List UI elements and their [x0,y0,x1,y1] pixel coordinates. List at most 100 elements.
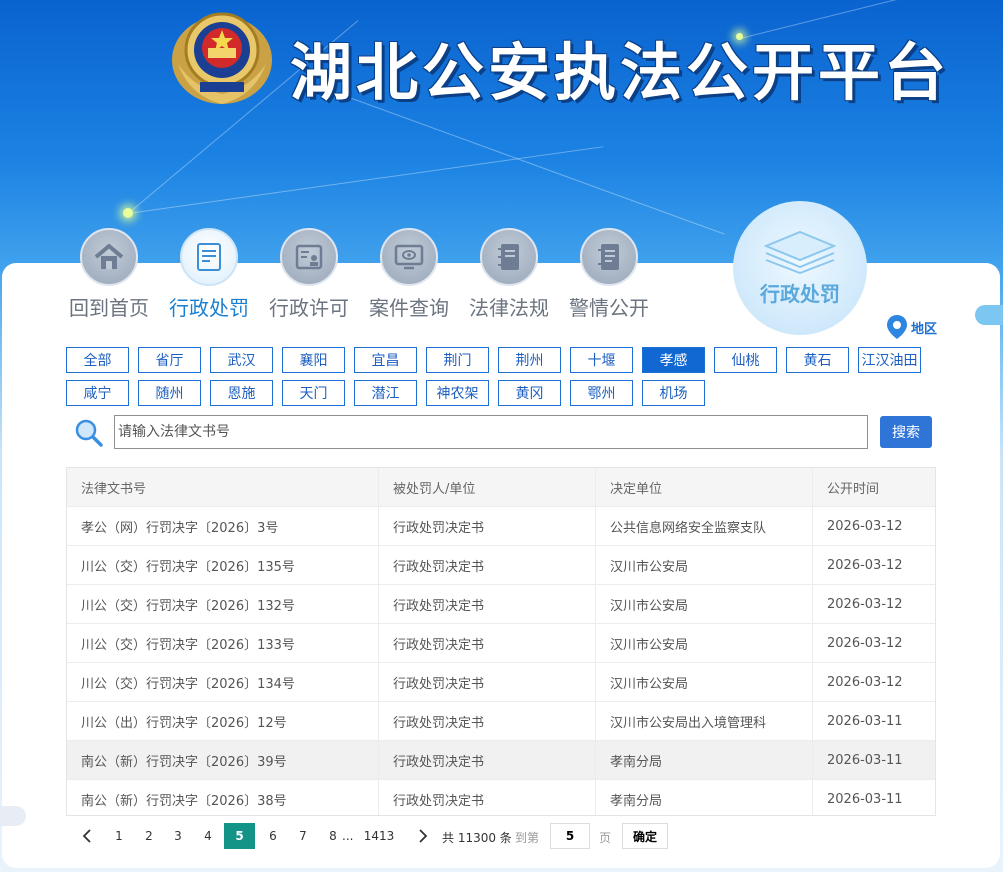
table-cell: 汉川市公安局 [596,624,813,662]
total-count: 共 11300 条 [442,831,512,845]
goto-label: 到第 [515,831,540,845]
document-icon [180,228,238,286]
table-cell: 行政处罚决定书 [379,546,596,584]
nav-penalty[interactable]: 行政处罚 [159,228,259,321]
table-cell: 孝南分局 [596,741,813,779]
region-chip[interactable]: 宜昌 [354,347,417,373]
region-chip[interactable]: 襄阳 [282,347,345,373]
table-cell[interactable]: 南公（新）行罚决字〔2026〕38号 [67,780,379,818]
table-cell: 2026-03-11 [827,752,903,768]
glow-dot [123,208,133,218]
table-cell[interactable]: 川公（交）行罚决字〔2026〕133号 [67,624,379,662]
table-cell[interactable]: 川公（交）行罚决字〔2026〕134号 [67,663,379,701]
police-emblem-icon [172,12,272,104]
notebook-icon [580,228,638,286]
table-row[interactable]: 南公（新）行罚决字〔2026〕39号 行政处罚决定书 孝南分局 2026-03-11 [67,741,935,780]
table-row[interactable]: 川公（出）行罚决字〔2026〕12号 行政处罚决定书 汉川市公安局出入境管理科 202… [67,702,935,741]
region-chip[interactable]: 潜江 [354,380,417,406]
table-cell: 公共信息网络安全监察支队 [596,507,813,545]
table-row[interactable]: 川公（交）行罚决字〔2026〕135号 行政处罚决定书 汉川市公安局 2026-03-… [67,546,935,585]
table-cell: 汉川市公安局 [596,546,813,584]
table-row[interactable]: 孝公（网）行罚决字〔2026〕3号 行政处罚决定书 公共信息网络安全监察支队 2026… [67,507,935,546]
next-page-icon[interactable] [410,823,436,849]
monitor-icon [380,228,438,286]
page-button[interactable]: 5 [224,823,255,849]
page-button[interactable]: 4 [195,823,221,849]
side-tab-left[interactable] [0,806,26,826]
goto-page-input[interactable] [550,823,590,849]
search-input[interactable] [114,415,868,449]
search-icon [75,419,103,447]
table-cell: 行政处罚决定书 [379,702,596,740]
region-chip[interactable]: 全部 [66,347,129,373]
table-cell[interactable]: 川公（出）行罚决字〔2026〕12号 [67,702,379,740]
region-chip[interactable]: 黄冈 [498,380,561,406]
region-chip[interactable]: 荆门 [426,347,489,373]
column-header: 被处罚人/单位 [379,468,596,506]
book-icon [480,228,538,286]
column-header: 决定单位 [596,468,813,506]
table-header-row: 法律文书号 被处罚人/单位 决定单位 公开时间 [67,468,935,507]
pagination-ellipsis: ... [342,829,354,843]
page-button[interactable]: 6 [260,823,286,849]
region-chip[interactable]: 鄂州 [570,380,633,406]
table-row[interactable]: 川公（交）行罚决字〔2026〕133号 行政处罚决定书 汉川市公安局 2026-03-… [67,624,935,663]
region-chip[interactable]: 随州 [138,380,201,406]
table-cell[interactable]: 川公（交）行罚决字〔2026〕132号 [67,585,379,623]
side-tab-right[interactable] [975,305,1003,325]
nav-case-query[interactable]: 案件查询 [359,228,459,321]
prev-page-icon[interactable] [74,823,100,849]
region-chip[interactable]: 孝感 [642,347,705,373]
table-cell[interactable]: 川公（交）行罚决字〔2026〕135号 [67,546,379,584]
region-chip[interactable]: 神农架 [426,380,489,406]
region-chip[interactable]: 仙桃 [714,347,777,373]
nav-license[interactable]: 行政许可 [259,228,359,321]
region-chip[interactable]: 咸宁 [66,380,129,406]
region-chip[interactable]: 恩施 [210,380,273,406]
nav-laws[interactable]: 法律法规 [459,228,559,321]
table-cell: 孝南分局 [596,780,813,818]
table-cell: 行政处罚决定书 [379,663,596,701]
page-button[interactable]: 2 [136,823,162,849]
page-button-last[interactable]: 1413 [364,823,395,849]
region-chip[interactable]: 天门 [282,380,345,406]
table-row[interactable]: 南公（新）行罚决字〔2026〕38号 行政处罚决定书 孝南分局 2026-03-11 [67,780,935,819]
table-cell: 2026-03-12 [827,635,903,651]
nav-home[interactable]: 回到首页 [59,228,159,321]
table-cell: 2026-03-12 [827,596,903,612]
table-cell[interactable]: 南公（新）行罚决字〔2026〕39号 [67,741,379,779]
nav-alerts[interactable]: 警情公开 [559,228,659,321]
search-button[interactable]: 搜索 [880,416,932,448]
table-row[interactable]: 川公（交）行罚决字〔2026〕134号 行政处罚决定书 汉川市公安局 2026-03-… [67,663,935,702]
results-table: 法律文书号 被处罚人/单位 决定单位 公开时间 孝公（网）行罚决字〔2026〕3… [66,467,936,857]
home-icon [80,228,138,286]
table-cell: 2026-03-11 [827,791,903,807]
region-chip[interactable]: 十堰 [570,347,633,373]
table-cell: 行政处罚决定书 [379,780,596,818]
region-chip[interactable]: 荆州 [498,347,561,373]
current-section-label: 行政处罚 [760,281,840,306]
table-cell: 行政处罚决定书 [379,585,596,623]
nav-label: 警情公开 [569,296,649,320]
table-cell[interactable]: 孝公（网）行罚决字〔2026〕3号 [67,507,379,545]
region-chip[interactable]: 江汉油田 [858,347,921,373]
nav-label: 行政许可 [269,296,349,320]
location-pin-icon [887,315,907,339]
license-icon [280,228,338,286]
region-chip[interactable]: 武汉 [210,347,273,373]
page-unit-label: 页 [599,831,612,845]
page-button[interactable]: 3 [165,823,191,849]
region-link[interactable]: 地区 [886,314,937,340]
table-cell: 行政处罚决定书 [379,624,596,662]
table-row[interactable]: 川公（交）行罚决字〔2026〕132号 行政处罚决定书 汉川市公安局 2026-03-… [67,585,935,624]
table-cell: 行政处罚决定书 [379,741,596,779]
current-section-badge: 行政处罚 [733,201,867,335]
region-chip[interactable]: 黄石 [786,347,849,373]
layers-icon [764,230,836,274]
goto-confirm-button[interactable]: 确定 [622,823,668,849]
page-button[interactable]: 7 [290,823,316,849]
region-chip[interactable]: 机场 [642,380,705,406]
page-button[interactable]: 1 [106,823,132,849]
table-cell: 汉川市公安局 [596,585,813,623]
region-chip[interactable]: 省厅 [138,347,201,373]
